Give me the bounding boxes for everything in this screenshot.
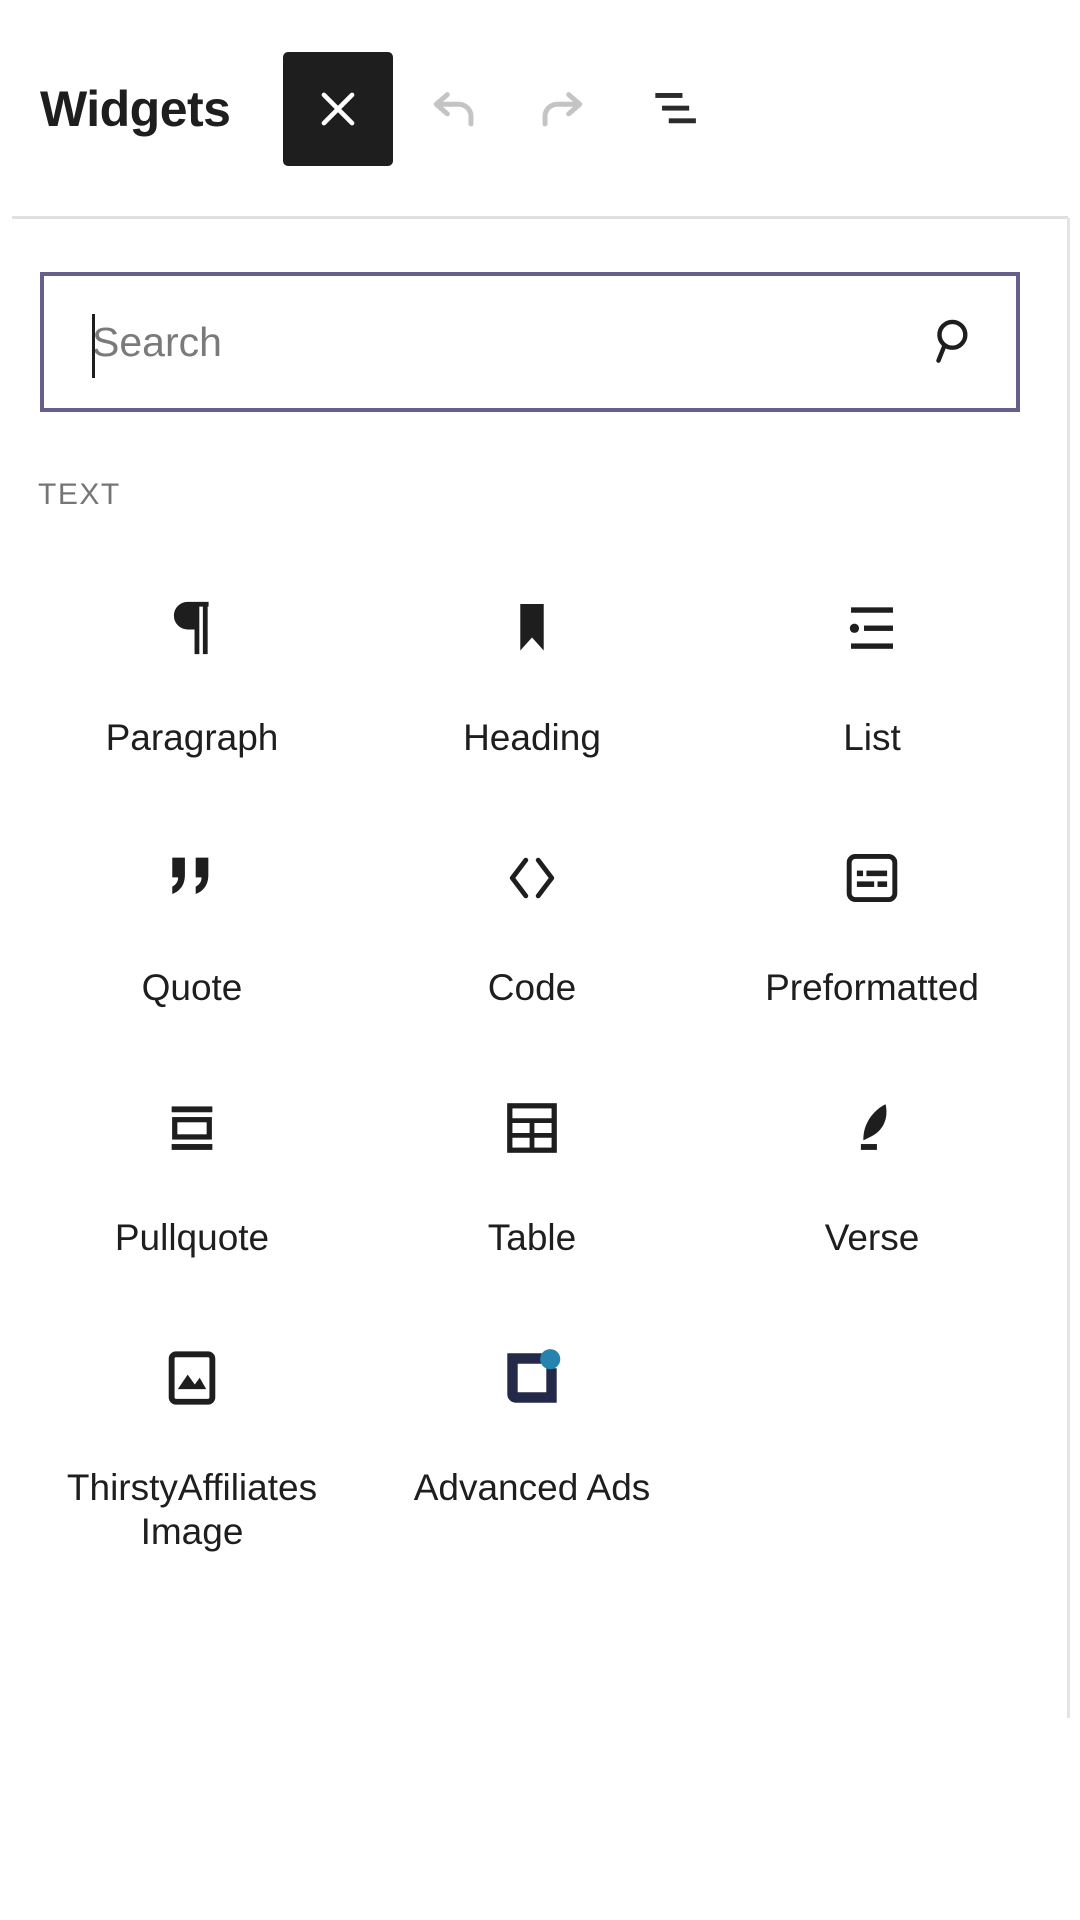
close-inserter-button[interactable]	[282, 52, 393, 166]
undo-button[interactable]	[399, 56, 505, 162]
block-label: Verse	[824, 1217, 920, 1258]
block-item-heading[interactable]: Heading	[362, 560, 702, 810]
block-label: Table	[487, 1217, 577, 1258]
header-divider	[12, 216, 1068, 219]
block-label: List	[843, 717, 901, 758]
image-placeholder-icon	[152, 1338, 232, 1418]
block-label: Pullquote	[114, 1217, 270, 1258]
block-item-table[interactable]: Table	[362, 1060, 702, 1310]
preformatted-box-icon	[832, 838, 912, 918]
header-toolbar	[282, 52, 729, 166]
heading-bookmark-icon	[492, 588, 572, 668]
close-x-icon	[312, 83, 364, 135]
list-bullet-icon	[832, 588, 912, 668]
block-label: Preformatted	[765, 967, 979, 1008]
block-label: Advanced Ads	[413, 1467, 651, 1508]
panel-right-border	[1067, 218, 1070, 1718]
category-heading-text: TEXT	[38, 478, 121, 511]
list-view-icon	[645, 77, 707, 142]
block-item-verse[interactable]: Verse	[702, 1060, 1042, 1310]
block-item-list[interactable]: List	[702, 560, 1042, 810]
redo-button[interactable]	[511, 56, 617, 162]
search-submit-button[interactable]	[896, 276, 1016, 408]
list-view-button[interactable]	[623, 56, 729, 162]
block-item-preformatted[interactable]: Preformatted	[702, 810, 1042, 1060]
inserter-header: Widgets	[0, 0, 1080, 218]
block-item-quote[interactable]: Quote	[22, 810, 362, 1060]
undo-arrow-icon	[417, 73, 487, 146]
block-type-grid: Paragraph Heading List Quote Code Prefor…	[22, 560, 1042, 1560]
block-item-pullquote[interactable]: Pullquote	[22, 1060, 362, 1310]
block-label: ThirstyAffiliates Image	[66, 1467, 318, 1553]
paragraph-pilcrow-icon	[152, 588, 232, 668]
code-angle-brackets-icon	[492, 838, 572, 918]
block-label: Heading	[463, 717, 601, 758]
block-label: Paragraph	[105, 717, 279, 758]
search-text-caret	[92, 314, 95, 378]
block-label: Code	[487, 967, 577, 1008]
pullquote-box-icon	[152, 1088, 232, 1168]
quote-marks-icon	[152, 838, 232, 918]
search-magnifier-icon	[925, 310, 987, 375]
advanced-ads-logo-icon	[492, 1338, 572, 1418]
verse-feather-icon	[832, 1088, 912, 1168]
block-item-thirstyaffiliates-image[interactable]: ThirstyAffiliates Image	[22, 1310, 362, 1560]
block-item-advanced-ads[interactable]: Advanced Ads	[362, 1310, 702, 1560]
block-label: Quote	[141, 967, 243, 1008]
block-item-code[interactable]: Code	[362, 810, 702, 1060]
search-input[interactable]	[44, 276, 896, 408]
search-field	[40, 272, 1020, 412]
redo-arrow-icon	[529, 73, 599, 146]
page-title: Widgets	[40, 81, 231, 137]
block-item-paragraph[interactable]: Paragraph	[22, 560, 362, 810]
table-grid-icon	[492, 1088, 572, 1168]
